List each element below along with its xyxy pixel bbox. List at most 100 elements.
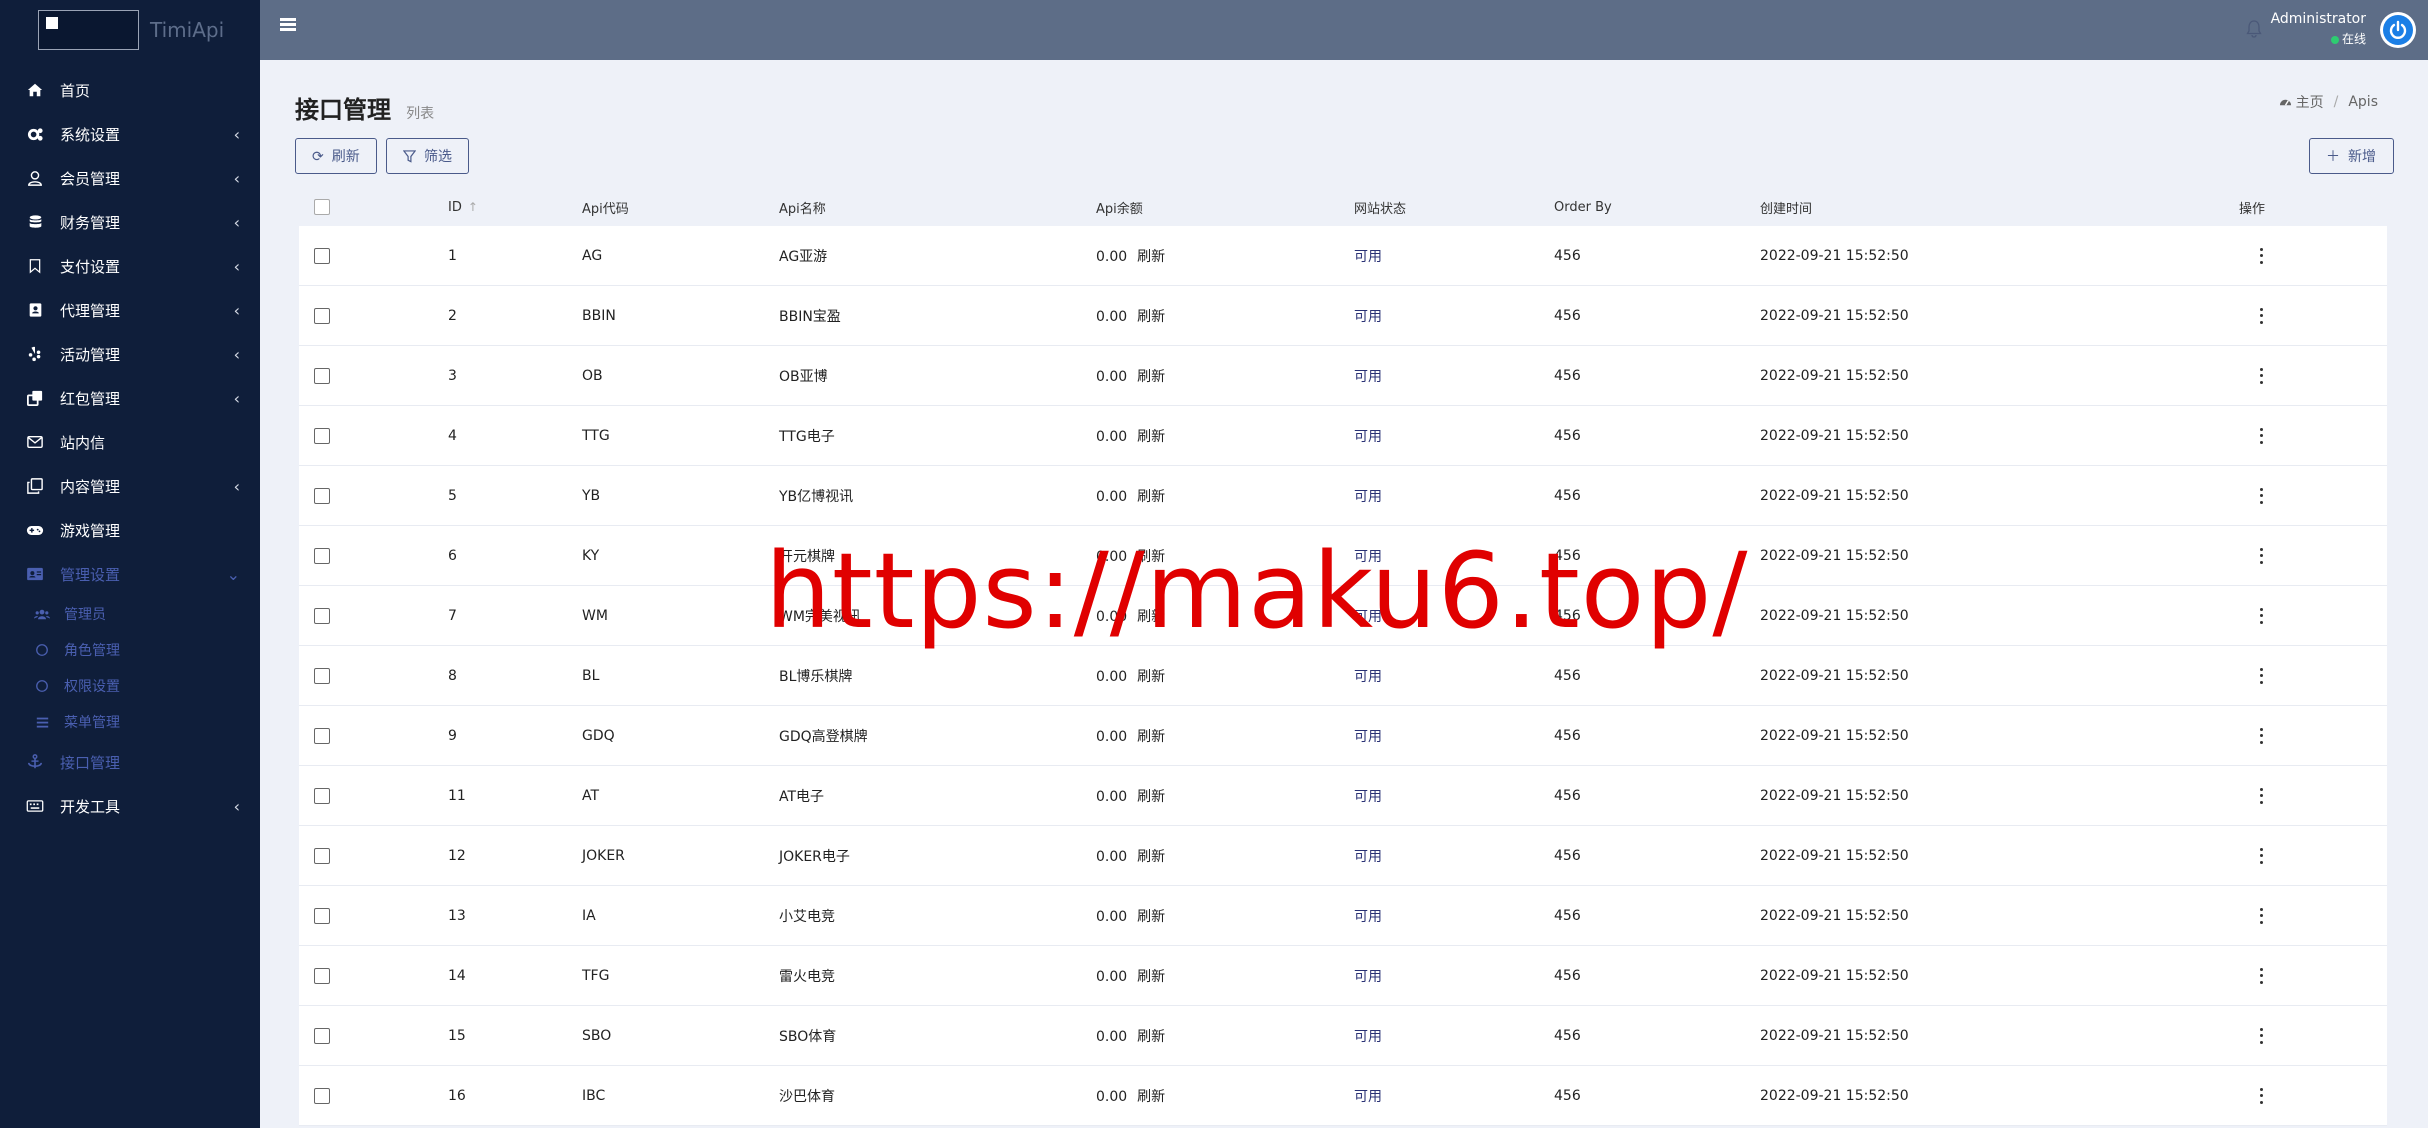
row-actions-icon[interactable] xyxy=(2259,487,2263,504)
chevron-down-icon: ⌄ xyxy=(226,564,240,584)
row-actions-icon[interactable] xyxy=(2259,907,2263,924)
cell-status: 可用 xyxy=(1354,488,1382,505)
refresh-balance-link[interactable]: 刷新 xyxy=(1137,789,1165,805)
user-info[interactable]: Administrator 在线 xyxy=(2271,11,2366,47)
row-actions-icon[interactable] xyxy=(2259,1087,2263,1104)
refresh-balance-link[interactable]: 刷新 xyxy=(1137,249,1165,265)
sidebar-item-label: 财务管理 xyxy=(60,213,121,232)
sidebar-item-database[interactable]: 财务管理 ‹ xyxy=(0,200,260,244)
select-all-checkbox[interactable] xyxy=(314,199,330,215)
hamburger-menu-icon[interactable] xyxy=(280,18,296,32)
row-checkbox[interactable] xyxy=(314,427,330,444)
row-checkbox[interactable] xyxy=(314,847,330,864)
row-actions-icon[interactable] xyxy=(2259,967,2263,984)
list-icon xyxy=(34,714,50,730)
sidebar-subitem[interactable]: 权限设置 xyxy=(0,668,260,704)
row-checkbox[interactable] xyxy=(314,487,330,504)
sidebar-item-yelp[interactable]: 活动管理 ‹ xyxy=(0,332,260,376)
cell-code: SBO xyxy=(582,1027,612,1044)
row-actions-icon[interactable] xyxy=(2259,667,2263,684)
refresh-balance-link[interactable]: 刷新 xyxy=(1137,849,1165,865)
sidebar-item-bookmark[interactable]: 支付设置 ‹ xyxy=(0,244,260,288)
refresh-balance-link[interactable]: 刷新 xyxy=(1137,1029,1165,1045)
database-icon xyxy=(26,213,44,231)
sidebar-item-home[interactable]: 首页 xyxy=(0,68,260,112)
refresh-balance-link[interactable]: 刷新 xyxy=(1137,489,1165,505)
cell-code: GDQ xyxy=(582,727,615,744)
row-checkbox[interactable] xyxy=(314,967,330,984)
refresh-balance-link[interactable]: 刷新 xyxy=(1137,369,1165,385)
sidebar-item-copy[interactable]: 内容管理 ‹ xyxy=(0,464,260,508)
refresh-balance-link[interactable]: 刷新 xyxy=(1137,729,1165,745)
users-icon xyxy=(34,606,50,622)
refresh-balance-link[interactable]: 刷新 xyxy=(1137,429,1165,445)
refresh-balance-link[interactable]: 刷新 xyxy=(1137,309,1165,325)
refresh-balance-link[interactable]: 刷新 xyxy=(1137,1089,1165,1105)
row-checkbox[interactable] xyxy=(314,787,330,804)
sidebar-subitem[interactable]: 角色管理 xyxy=(0,632,260,668)
sidebar-item-label: 系统设置 xyxy=(60,125,121,144)
row-actions-icon[interactable] xyxy=(2259,367,2263,384)
sidebar-item-cogs[interactable]: 系统设置 ‹ xyxy=(0,112,260,156)
bell-icon[interactable] xyxy=(2246,20,2262,38)
sidebar-item-envelope[interactable]: 站内信 xyxy=(0,420,260,464)
sidebar-subitem[interactable]: 管理员 xyxy=(0,596,260,632)
row-actions-icon[interactable] xyxy=(2259,787,2263,804)
refresh-balance-link[interactable]: 刷新 xyxy=(1137,669,1165,685)
cell-order: 456 xyxy=(1554,727,1581,744)
sidebar-item-clone[interactable]: 红包管理 ‹ xyxy=(0,376,260,420)
row-checkbox[interactable] xyxy=(314,1027,330,1044)
row-checkbox[interactable] xyxy=(314,367,330,384)
sidebar-menu: 首页 系统设置 ‹ 会员管理 ‹ 财务管理 ‹ 支付设置 ‹ 代理管理 ‹ 活动管理 ‹ 红包管理 ‹ 站内信… xyxy=(0,60,260,828)
sidebar-subitem[interactable]: 菜单管理 xyxy=(0,704,260,740)
keyboard-icon xyxy=(26,797,44,815)
sidebar-item-anchor[interactable]: 接口管理 xyxy=(0,740,260,784)
row-actions-icon[interactable] xyxy=(2259,607,2263,624)
sidebar-item-keyboard[interactable]: 开发工具 ‹ xyxy=(0,784,260,828)
brand[interactable]: TimiApi xyxy=(0,0,260,60)
add-button[interactable]: ＋新增 xyxy=(2309,138,2394,174)
row-checkbox[interactable] xyxy=(314,907,330,924)
cell-balance: 0.00 刷新 xyxy=(1096,1088,1166,1105)
sidebar-item-label: 游戏管理 xyxy=(60,521,121,540)
refresh-button[interactable]: ⟳ 刷新 xyxy=(295,138,377,174)
row-actions-icon[interactable] xyxy=(2259,247,2263,264)
row-actions-icon[interactable] xyxy=(2259,427,2263,444)
sidebar-item-user[interactable]: 会员管理 ‹ xyxy=(0,156,260,200)
row-actions-icon[interactable] xyxy=(2259,1027,2263,1044)
avatar[interactable] xyxy=(2380,12,2416,48)
refresh-balance-link[interactable]: 刷新 xyxy=(1137,909,1165,925)
cell-id: 11 xyxy=(448,787,466,804)
filter-button[interactable]: 筛选 xyxy=(386,138,469,174)
row-checkbox[interactable] xyxy=(314,1087,330,1104)
row-actions-icon[interactable] xyxy=(2259,847,2263,864)
table-row: 15 SBO SBO体育 0.00 刷新 可用 456 2022-09-21 15:52:50 xyxy=(299,1006,2387,1066)
row-actions-icon[interactable] xyxy=(2259,727,2263,744)
breadcrumb: 主页 / Apis xyxy=(2279,92,2378,112)
sidebar-item-id-card[interactable]: 管理设置 ⌄ xyxy=(0,552,260,596)
envelope-icon xyxy=(26,433,44,451)
row-checkbox[interactable] xyxy=(314,727,330,744)
clone-icon xyxy=(26,389,44,407)
cell-time: 2022-09-21 15:52:50 xyxy=(1760,307,1909,324)
refresh-icon: ⟳ xyxy=(312,147,324,164)
row-checkbox[interactable] xyxy=(314,247,330,264)
row-checkbox[interactable] xyxy=(314,307,330,324)
anchor-icon xyxy=(26,753,44,771)
cell-time: 2022-09-21 15:52:50 xyxy=(1760,607,1909,624)
breadcrumb-home-link[interactable]: 主页 xyxy=(2296,92,2324,112)
row-checkbox[interactable] xyxy=(314,607,330,624)
row-checkbox[interactable] xyxy=(314,667,330,684)
row-actions-icon[interactable] xyxy=(2259,547,2263,564)
row-actions-icon[interactable] xyxy=(2259,307,2263,324)
row-checkbox[interactable] xyxy=(314,547,330,564)
id-card-icon xyxy=(26,565,44,583)
chevron-left-icon: ‹ xyxy=(233,388,240,408)
sidebar-item-address-book[interactable]: 代理管理 ‹ xyxy=(0,288,260,332)
sort-arrow-icon: ↑ xyxy=(467,199,478,214)
bookmark-icon xyxy=(26,257,44,275)
refresh-balance-link[interactable]: 刷新 xyxy=(1137,969,1165,985)
table-row: 9 GDQ GDQ高登棋牌 0.00 刷新 可用 456 2022-09-21 15:52:5… xyxy=(299,706,2387,766)
sidebar-item-gamepad[interactable]: 游戏管理 xyxy=(0,508,260,552)
column-header-id[interactable]: ID ↑ xyxy=(448,200,478,215)
